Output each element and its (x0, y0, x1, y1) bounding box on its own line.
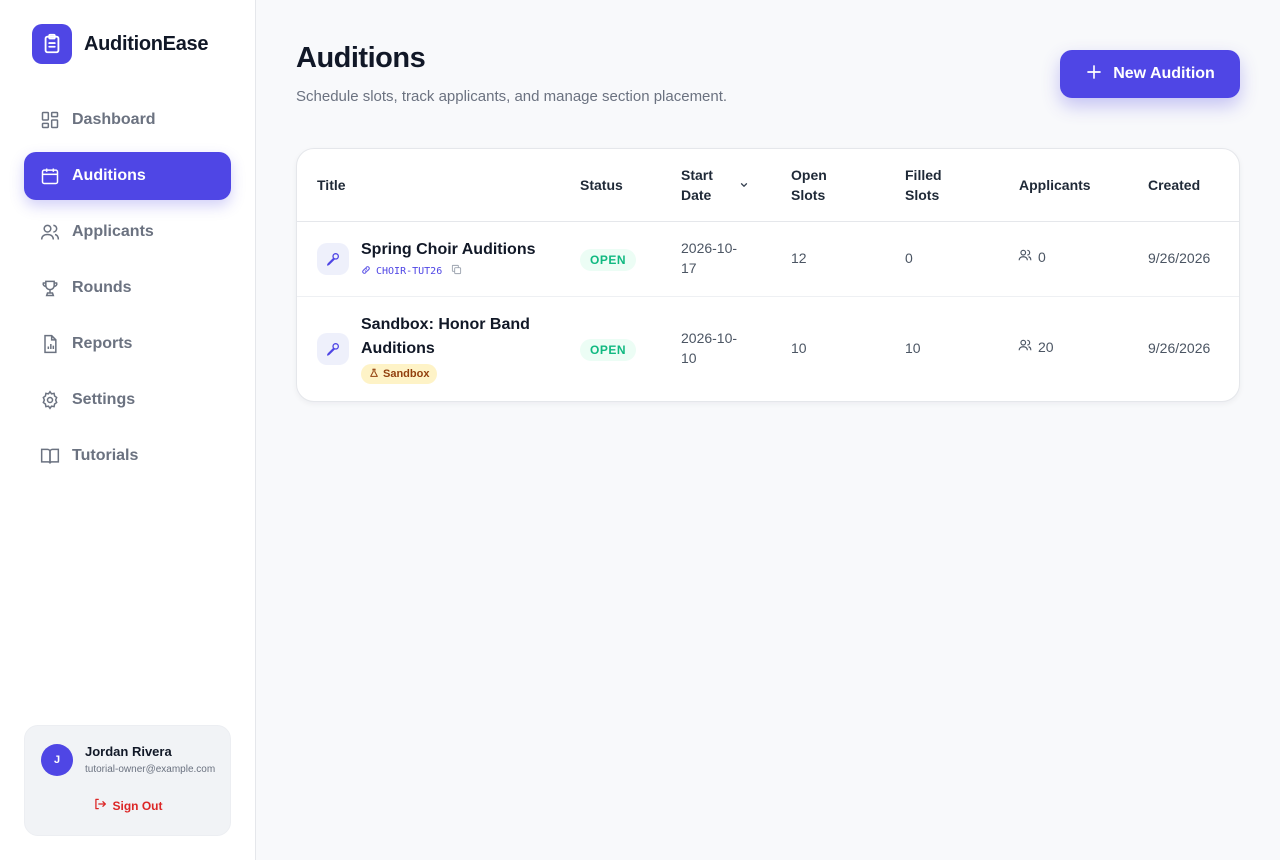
status-badge: OPEN (580, 339, 636, 361)
sidebar-item-tutorials[interactable]: Tutorials (24, 432, 231, 480)
column-header-created[interactable]: Created (1148, 175, 1200, 195)
sidebar-item-settings[interactable]: Settings (24, 376, 231, 424)
app-name: AuditionEase (84, 32, 209, 55)
microphone-icon (317, 243, 349, 275)
audition-title[interactable]: Sandbox: Honor Band Auditions (361, 313, 530, 361)
audition-code-text: CHOIR-TUT26 (376, 265, 443, 277)
book-icon (40, 446, 60, 466)
applicants-count: 20 (1038, 338, 1054, 355)
user-name: Jordan Rivera (85, 744, 172, 759)
trophy-icon (40, 278, 60, 298)
users-icon (1018, 338, 1032, 355)
column-header-filled-slots-line1: Filled (905, 167, 942, 183)
users-icon (1018, 248, 1032, 265)
flask-icon (369, 368, 379, 381)
sidebar-nav: Dashboard Auditions Applicants Rounds Re… (24, 96, 231, 488)
sign-out-icon (93, 797, 107, 814)
sidebar-item-label: Dashboard (72, 111, 156, 128)
link-icon (361, 265, 371, 278)
filled-slots-cell: 10 (905, 340, 921, 356)
applicants-cell: 20 (1018, 338, 1054, 355)
clipboard-logo-icon (32, 24, 72, 64)
status-badge: OPEN (580, 249, 636, 271)
copy-icon[interactable] (451, 264, 462, 278)
sidebar-item-label: Settings (72, 391, 136, 408)
start-date-line1: 2026-10- (681, 240, 738, 256)
column-header-start-date[interactable]: Start Date (681, 165, 713, 205)
dashboard-icon (40, 110, 60, 130)
microphone-icon (317, 333, 349, 365)
column-header-applicants[interactable]: Applicants (1019, 175, 1091, 195)
audition-title[interactable]: Spring Choir Auditions (361, 238, 536, 262)
sidebar-item-label: Auditions (72, 167, 146, 184)
sandbox-badge: Sandbox (361, 364, 438, 384)
report-icon (40, 334, 60, 354)
gear-icon (40, 390, 60, 410)
brand[interactable]: AuditionEase (32, 24, 209, 64)
start-date-line1: 2026-10- (681, 330, 738, 346)
calendar-icon (40, 166, 60, 186)
page-title: Auditions (296, 42, 426, 74)
sidebar-item-applicants[interactable]: Applicants (24, 208, 231, 256)
sign-out-button[interactable]: Sign Out (25, 797, 230, 814)
column-header-filled-slots[interactable]: Filled Slots (905, 165, 942, 205)
column-header-start-date-line1: Start (681, 167, 713, 183)
audition-title-line2: Auditions (361, 340, 435, 357)
column-header-status[interactable]: Status (580, 175, 623, 195)
user-card: J Jordan Rivera tutorial-owner@example.c… (24, 725, 231, 836)
sidebar: AuditionEase Dashboard Auditions Applica… (0, 0, 256, 860)
open-slots-cell: 10 (791, 340, 807, 356)
start-date-line2: 10 (681, 350, 697, 366)
sidebar-item-label: Reports (72, 335, 133, 352)
sidebar-item-label: Rounds (72, 279, 132, 296)
sandbox-badge-label: Sandbox (383, 368, 430, 380)
audition-title-line1: Sandbox: Honor Band (361, 316, 530, 333)
sidebar-item-rounds[interactable]: Rounds (24, 264, 231, 312)
open-slots-cell: 12 (791, 250, 807, 266)
audition-code: CHOIR-TUT26 (361, 264, 462, 278)
sidebar-item-reports[interactable]: Reports (24, 320, 231, 368)
sidebar-item-dashboard[interactable]: Dashboard (24, 96, 231, 144)
table-header: Title Status Start Date Open Slots Fille… (297, 149, 1239, 222)
start-date-cell: 2026-10- 10 (681, 328, 737, 368)
sort-chevron-down-icon[interactable] (739, 177, 749, 195)
table-row[interactable]: Sandbox: Honor Band Auditions Sandbox OP… (297, 297, 1239, 401)
start-date-cell: 2026-10- 17 (681, 238, 737, 278)
applicants-count: 0 (1038, 248, 1046, 265)
sign-out-label: Sign Out (112, 798, 163, 813)
column-header-title[interactable]: Title (317, 175, 346, 195)
table-row[interactable]: Spring Choir Auditions CHOIR-TUT26 OPEN … (297, 222, 1239, 297)
plus-icon (1085, 63, 1103, 86)
sidebar-item-label: Applicants (72, 223, 154, 240)
avatar[interactable]: J (41, 744, 73, 776)
start-date-line2: 17 (681, 260, 697, 276)
new-audition-button[interactable]: New Audition (1060, 50, 1240, 98)
column-header-start-date-line2: Date (681, 187, 712, 203)
users-icon (40, 222, 60, 242)
new-audition-label: New Audition (1113, 65, 1215, 82)
column-header-open-slots[interactable]: Open Slots (791, 165, 827, 205)
user-email: tutorial-owner@example.com (85, 764, 216, 775)
column-header-open-slots-line2: Slots (791, 187, 826, 203)
created-cell: 9/26/2026 (1148, 340, 1211, 356)
column-header-filled-slots-line2: Slots (905, 187, 940, 203)
page-subtitle: Schedule slots, track applicants, and ma… (296, 88, 728, 105)
filled-slots-cell: 0 (905, 250, 913, 266)
column-header-open-slots-line1: Open (791, 167, 827, 183)
applicants-cell: 0 (1018, 248, 1046, 265)
auditions-table: Title Status Start Date Open Slots Fille… (296, 148, 1240, 402)
created-cell: 9/26/2026 (1148, 250, 1211, 266)
sidebar-item-label: Tutorials (72, 447, 139, 464)
sidebar-item-auditions[interactable]: Auditions (24, 152, 231, 200)
